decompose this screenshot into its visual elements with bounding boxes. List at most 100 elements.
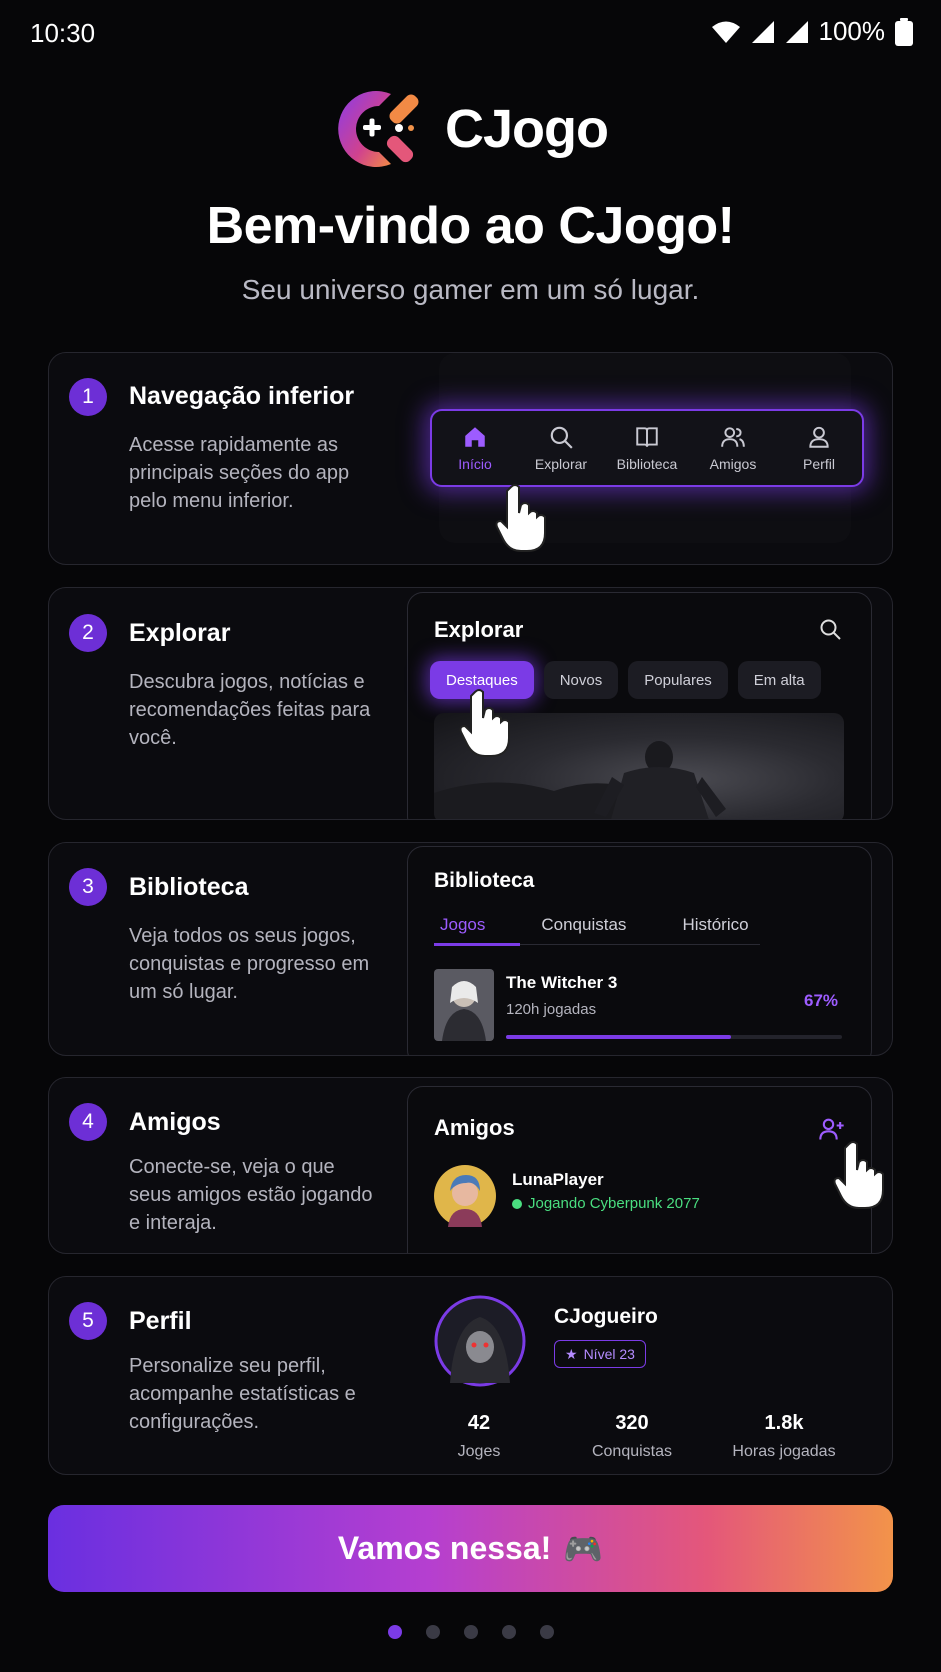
step-number: 5 [69, 1302, 107, 1340]
step-title: Perfil [129, 1307, 192, 1335]
library-tabs: Jogos Conquistas Histórico [440, 915, 749, 935]
user-icon [809, 426, 829, 448]
home-icon [465, 427, 485, 447]
step-number: 1 [69, 378, 107, 416]
step-card-friends: 4 Amigos Conecte-se, veja o que seus ami… [48, 1077, 893, 1254]
gamepad-icon: 🎮 [563, 1530, 604, 1567]
chip-em-alta[interactable]: Em alta [737, 661, 821, 699]
page-subtitle: Seu universo gamer em um só lugar. [241, 274, 700, 305]
game-cover[interactable] [434, 969, 494, 1041]
online-status-icon [512, 1199, 522, 1209]
status-time: 10:30 [30, 18, 96, 48]
tab-jogos[interactable]: Jogos [440, 915, 485, 935]
chip-novos[interactable]: Novos [543, 661, 619, 699]
stat-label: Joges [457, 1443, 501, 1460]
stat-hours: 1.8k Horas jogadas [714, 1412, 854, 1461]
step-description: Veja todos os seus jogos, conquistas e p… [129, 925, 370, 1003]
battery-text: 100% [818, 16, 886, 46]
game-hours: 120h jogadas [506, 1001, 597, 1018]
stat-value: 42 [467, 1412, 491, 1434]
nav-item-inicio[interactable]: Início [432, 411, 518, 485]
step-card-library: 3 Biblioteca Veja todos os seus jogos, c… [48, 842, 893, 1056]
page-dot-3[interactable] [463, 1625, 478, 1639]
cta-label: Vamos nessa! [337, 1530, 552, 1566]
cta-button[interactable]: Vamos nessa! 🎮 [48, 1505, 893, 1592]
pagination-dots [0, 1625, 941, 1639]
tab-conquistas[interactable]: Conquistas [541, 915, 626, 935]
active-tab-indicator [434, 943, 520, 946]
page-dot-1[interactable] [387, 1625, 402, 1639]
step-number: 4 [69, 1103, 107, 1141]
tap-hand-icon [459, 689, 510, 757]
nav-label: Perfil [803, 456, 835, 472]
tab-historico[interactable]: Histórico [682, 915, 748, 935]
level-badge: ★ Nível 23 [554, 1340, 646, 1368]
bottom-nav-preview: Início Explorar Biblioteca Amigos Perfil [430, 409, 864, 487]
friends-preview: Amigos LunaPlayer Jogando Cyberpunk 2077 [407, 1086, 872, 1253]
page-dot-5[interactable] [539, 1625, 554, 1639]
nav-item-explorar[interactable]: Explorar [518, 411, 604, 485]
step-title: Navegação inferior [129, 382, 355, 410]
progress-fill [506, 1035, 732, 1039]
signal-icon-2 [785, 20, 808, 43]
step-title: Amigos [129, 1108, 221, 1136]
book-icon [636, 427, 658, 447]
step-description: Personalize seu perfil, acompanhe estatí… [129, 1355, 356, 1433]
nav-label: Biblioteca [616, 456, 678, 472]
friends-title: Amigos [434, 1115, 515, 1140]
stat-achievements: 320 Conquistas [562, 1412, 702, 1461]
tab-divider [520, 944, 760, 945]
step-description: Acesse rapidamente as principais seções … [129, 434, 350, 512]
step-number: 2 [69, 614, 107, 652]
step-description: Conecte-se, veja o que seus amigos estão… [129, 1156, 373, 1234]
nav-item-biblioteca[interactable]: Biblioteca [604, 411, 690, 485]
search-icon [550, 426, 573, 449]
profile-username: CJogueiro [554, 1305, 658, 1328]
nav-label: Amigos [709, 456, 757, 472]
step-card-profile: 5 Perfil Personalize seu perfil, acompan… [48, 1276, 893, 1475]
app-logo: CJogo [0, 88, 941, 170]
stat-value: 320 [615, 1412, 649, 1434]
page-dot-4[interactable] [501, 1625, 516, 1639]
friend-name: LunaPlayer [512, 1170, 604, 1189]
nav-item-amigos[interactable]: Amigos [690, 411, 776, 485]
stat-label: Horas jogadas [732, 1443, 836, 1460]
page-title: Bem-vindo ao CJogo! [206, 197, 735, 255]
step-card-explore: 2 Explorar Descubra jogos, notícias e re… [48, 587, 893, 820]
signal-icon [751, 20, 774, 43]
explore-title: Explorar [434, 617, 524, 642]
stat-value: 1.8k [764, 1412, 804, 1434]
profile-avatar[interactable] [434, 1295, 526, 1387]
step-title: Biblioteca [129, 873, 249, 901]
logo-icon [338, 91, 419, 167]
users-icon [721, 427, 745, 447]
progress-track [506, 1035, 842, 1039]
tap-hand-icon [833, 1141, 884, 1209]
status-icons: 100% [711, 16, 913, 47]
chip-populares[interactable]: Populares [628, 661, 728, 699]
step-number: 3 [69, 868, 107, 906]
game-progress-label: 67% [804, 991, 839, 1010]
nav-label: Início [458, 456, 492, 472]
step-card-navigation: 1 Navegação inferior Acesse rapidamente … [48, 352, 893, 565]
app-name: CJogo [445, 99, 609, 159]
star-icon: ★ [565, 1345, 578, 1362]
add-friend-icon[interactable] [818, 1115, 846, 1143]
tap-hand-icon [495, 484, 546, 552]
library-title: Biblioteca [434, 869, 535, 892]
nav-label: Explorar [534, 456, 588, 472]
step-description: Descubra jogos, notícias e recomendações… [129, 671, 371, 749]
battery-icon [895, 17, 913, 46]
nav-item-perfil[interactable]: Perfil [776, 411, 862, 485]
step-title: Explorar [129, 619, 231, 647]
stat-label: Conquistas [591, 1443, 673, 1460]
friend-status: Jogando Cyberpunk 2077 [528, 1195, 700, 1212]
library-preview: Biblioteca Jogos Conquistas Histórico Th… [407, 846, 872, 1055]
page-dot-2[interactable] [425, 1625, 440, 1639]
stat-games: 42 Joges [409, 1412, 549, 1461]
game-name: The Witcher 3 [506, 973, 618, 992]
friend-avatar[interactable] [434, 1165, 496, 1227]
wifi-icon [711, 21, 740, 43]
level-text: Nível 23 [583, 1346, 635, 1362]
search-icon[interactable] [818, 617, 842, 641]
